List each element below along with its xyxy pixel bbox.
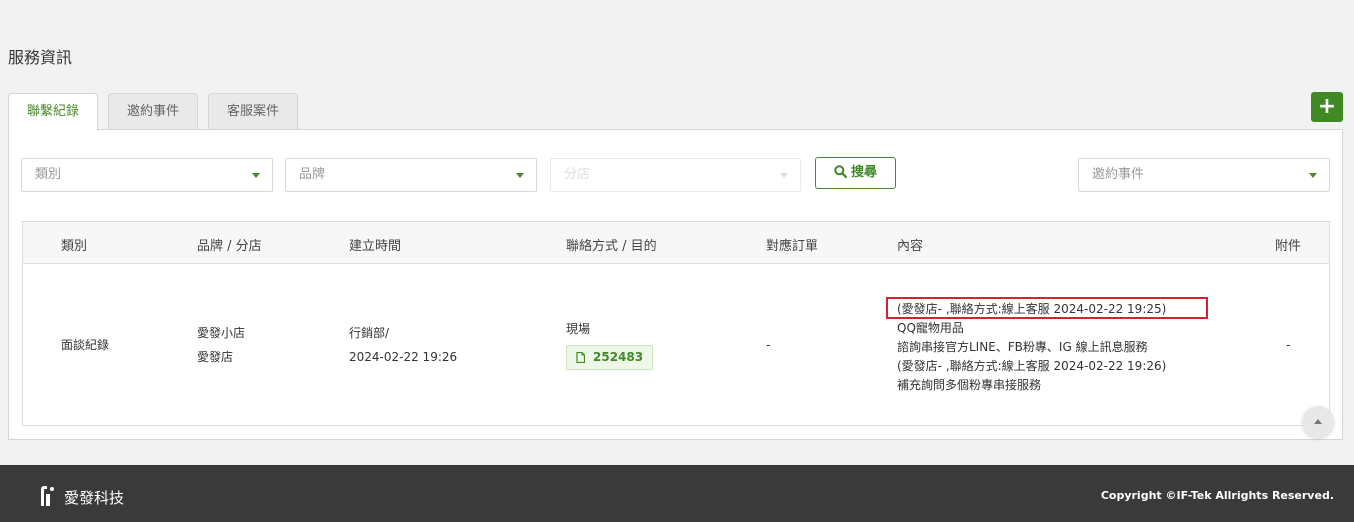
row-created-at: 2024-02-22 19:26 [349, 350, 458, 364]
brand-select[interactable]: 品牌 [285, 158, 537, 192]
chevron-down-icon [516, 173, 524, 178]
row-creator: 行銷部/ [349, 326, 390, 340]
document-icon [576, 351, 586, 364]
contact-records-table: 類別 品牌 / 分店 建立時間 聯絡方式 / 目的 對應訂單 內容 附件 面談紀… [22, 221, 1330, 426]
row-mapped-order: - [766, 338, 771, 352]
header-brand-branch: 品牌 / 分店 [197, 239, 262, 254]
header-category: 類別 [61, 239, 88, 254]
plus-icon: + [1317, 94, 1337, 119]
category-select[interactable]: 類別 [21, 158, 273, 192]
row-brand-branch: 愛發小店 愛發店 [197, 321, 245, 369]
footer-brand-name: 愛發科技 [64, 489, 125, 507]
scroll-to-top-button[interactable] [1302, 406, 1334, 438]
footer-brand: 愛發科技 [38, 485, 124, 508]
footer: 愛發科技 Copyright ©IF-Tek Allrights Reserve… [0, 465, 1354, 522]
brand-select-placeholder: 品牌 [299, 167, 326, 182]
chevron-down-icon [252, 173, 260, 178]
content-line: 諮詢串接官方LINE、FB粉專、IG 線上訊息服務 [897, 340, 1148, 354]
header-attachment: 附件 [1275, 239, 1302, 254]
content-line: 補充詢問多個粉專串接服務 [897, 378, 1042, 392]
highlight-box [886, 297, 1208, 319]
row-branch: 愛發店 [197, 350, 234, 364]
tab-panel: 類別 品牌 分店 搜尋 邀約事件 類別 品牌 / 分店 建立時間 聯絡方式 / … [8, 129, 1343, 440]
content-line: QQ寵物用品 [897, 321, 964, 335]
header-content: 內容 [897, 239, 924, 254]
tab-invite-events[interactable]: 邀約事件 [108, 93, 199, 130]
table-header: 類別 品牌 / 分店 建立時間 聯絡方式 / 目的 對應訂單 內容 附件 [23, 222, 1329, 264]
branch-select: 分店 [550, 158, 801, 192]
row-contact: 現場 252483 [566, 317, 654, 370]
category-select-placeholder: 類別 [35, 167, 62, 182]
header-created-at: 建立時間 [349, 239, 402, 254]
order-link[interactable]: 252483 [566, 345, 654, 370]
invite-event-select-placeholder: 邀約事件 [1092, 167, 1145, 182]
row-category: 面談紀錄 [61, 338, 110, 352]
row-created: 行銷部/ 2024-02-22 19:26 [349, 321, 457, 369]
chevron-down-icon [1309, 173, 1317, 178]
row-contact-method: 現場 [566, 322, 591, 336]
order-id: 252483 [593, 350, 644, 364]
tab-contact-records[interactable]: 聯繫紀錄 [8, 93, 99, 131]
invite-event-select[interactable]: 邀約事件 [1078, 158, 1330, 192]
content-line: (愛發店- ,聯絡方式:線上客服 2024-02-22 19:26) [897, 359, 1167, 373]
row-brand: 愛發小店 [197, 326, 246, 340]
footer-copyright: Copyright ©IF-Tek Allrights Reserved. [1100, 489, 1334, 502]
tab-service-cases[interactable]: 客服案件 [208, 93, 299, 130]
company-logo-icon [41, 486, 54, 506]
search-button-label: 搜尋 [850, 165, 877, 180]
add-button[interactable]: + [1311, 92, 1343, 122]
search-icon [834, 165, 848, 179]
section-title: 服務資訊 [8, 48, 73, 67]
chevron-down-icon [780, 173, 788, 178]
branch-select-placeholder: 分店 [564, 167, 591, 182]
search-button[interactable]: 搜尋 [815, 157, 896, 189]
header-mapped-order: 對應訂單 [766, 239, 819, 254]
chevron-up-icon [1314, 419, 1322, 424]
tab-bar: 聯繫紀錄 邀約事件 客服案件 [8, 93, 308, 131]
header-contact-purpose: 聯絡方式 / 目的 [566, 239, 657, 254]
row-attachment: - [1286, 338, 1291, 352]
